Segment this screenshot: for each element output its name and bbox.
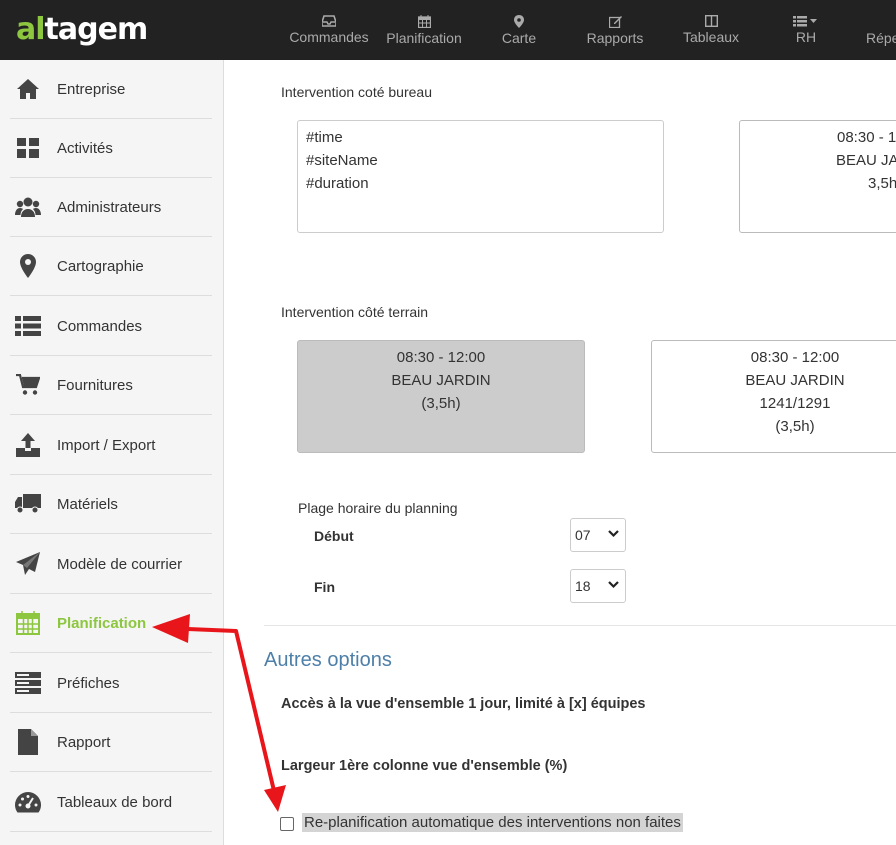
select-value: 07 — [575, 527, 591, 543]
chevron-down-icon — [608, 581, 619, 589]
cart-icon — [15, 372, 41, 398]
sidebar-item-label: Planification — [57, 614, 147, 632]
sidebar-item-commandes[interactable]: Commandes — [10, 297, 212, 356]
sidebar-item-label: Rapport — [57, 733, 111, 751]
sidebar-item-label: Fournitures — [57, 376, 133, 394]
field-intervention-label: Intervention côté terrain — [281, 304, 429, 320]
nav-repertoire[interactable]: Réper — [852, 15, 896, 46]
sidebar-item-label: Import / Export — [57, 436, 156, 454]
preview-line: 3,5h — [868, 175, 896, 192]
sidebar-item-entreprise[interactable]: Entreprise — [10, 60, 212, 119]
sidebar-item-prefiches[interactable]: Préfiches — [10, 654, 212, 713]
nav-label: RH — [795, 29, 817, 45]
field-preview-card-grey[interactable]: 08:30 - 12:00 BEAU JARDIN (3,5h) — [297, 340, 585, 453]
sidebar-item-materiels[interactable]: Matériels — [10, 475, 212, 534]
nav-rapports[interactable]: Rapports — [567, 15, 663, 46]
sidebar-item-label: Cartographie — [57, 257, 144, 275]
template-line: #siteName — [306, 152, 378, 169]
sidebar-item-label: Activités — [57, 139, 113, 157]
columns-icon — [704, 15, 718, 27]
nav-label: Rapports — [586, 30, 644, 46]
dashboard-icon — [15, 789, 41, 815]
list-icon — [15, 313, 41, 339]
preview-line: 1241/1291 — [759, 395, 831, 412]
nav-label: Tableaux — [682, 29, 740, 45]
inbox-icon — [322, 15, 336, 27]
nav-label: Carte — [501, 30, 537, 46]
nav-label: Réper — [866, 30, 896, 46]
first-column-width-label: Largeur 1ère colonne vue d'ensemble (%) — [281, 758, 568, 774]
nav-label: Commandes — [289, 29, 369, 45]
office-preview-card: 08:30 - 1 BEAU JARD 3,5h — [739, 120, 896, 233]
server-icon — [15, 670, 41, 696]
sidebar-item-modele-de-courrier[interactable]: Modèle de courrier — [10, 535, 212, 594]
altagem-logo[interactable]: altagem — [16, 12, 148, 47]
preview-line: (3,5h) — [775, 418, 815, 435]
preview-line: (3,5h) — [421, 395, 461, 412]
nav-carte[interactable]: Carte — [471, 15, 567, 46]
sidebar-item-label: Administrateurs — [57, 198, 162, 216]
truck-icon — [15, 491, 41, 517]
sidebar-item-label: Matériels — [57, 495, 118, 513]
sidebar-item-import-export[interactable]: Import / Export — [10, 416, 212, 475]
edit-icon — [608, 16, 622, 28]
preview-line: BEAU JARDIN — [745, 372, 845, 389]
grid-icon — [15, 135, 41, 161]
chevron-down-icon — [608, 530, 619, 538]
office-template-textarea[interactable]: #time #siteName #duration — [297, 120, 664, 233]
preview-line: 08:30 - 12:00 — [750, 349, 840, 366]
preview-line: BEAU JARD — [836, 152, 896, 169]
start-label: Début — [314, 528, 354, 544]
paper-plane-icon — [15, 551, 41, 577]
map-marker-icon — [15, 253, 41, 279]
settings-sidebar: Entreprise Activités Administrateurs Car… — [0, 60, 224, 845]
sidebar-item-label: Modèle de courrier — [57, 555, 183, 573]
sidebar-item-rapport[interactable]: Rapport — [10, 713, 212, 772]
planning-range-label: Plage horaire du planning — [298, 500, 458, 516]
map-marker-icon — [514, 15, 524, 28]
office-intervention-label: Intervention coté bureau — [281, 84, 432, 100]
sidebar-item-label: Commandes — [57, 317, 143, 335]
end-hour-select[interactable]: 18 — [570, 569, 626, 603]
other-options-title: Autres options — [264, 649, 392, 671]
preview-line: BEAU JARDIN — [391, 372, 491, 389]
auto-replan-label[interactable]: Re-planification automatique des interve… — [302, 813, 683, 832]
sidebar-item-cartographie[interactable]: Cartographie — [10, 237, 212, 296]
sidebar-item-planification[interactable]: Planification — [10, 594, 212, 653]
calendar-icon — [417, 15, 431, 28]
planning-settings-panel: Intervention coté bureau #time #siteName… — [224, 60, 896, 845]
top-navbar: altagem Commandes Planification Carte Ra… — [0, 0, 896, 60]
nav-planification[interactable]: Planification — [376, 15, 472, 46]
upload-icon — [15, 432, 41, 458]
home-icon — [15, 76, 41, 102]
field-preview-card-white[interactable]: 08:30 - 12:00 BEAU JARDIN 1241/1291 (3,5… — [651, 340, 896, 453]
nav-label: Planification — [386, 30, 462, 46]
preview-line: 08:30 - 12:00 — [396, 349, 486, 366]
file-icon — [15, 729, 41, 755]
sidebar-item-label: Préfiches — [57, 674, 120, 692]
sidebar-item-administrateurs[interactable]: Administrateurs — [10, 178, 212, 237]
select-value: 18 — [575, 578, 591, 594]
nav-commandes[interactable]: Commandes — [281, 15, 377, 45]
preview-line: 08:30 - 1 — [837, 129, 896, 146]
list-dropdown-icon — [793, 16, 817, 27]
overview-access-label: Accès à la vue d'ensemble 1 jour, limité… — [281, 696, 646, 712]
sidebar-item-activites[interactable]: Activités — [10, 119, 212, 178]
calendar-icon — [15, 610, 41, 636]
users-icon — [15, 194, 41, 220]
start-hour-select[interactable]: 07 — [570, 518, 626, 552]
sidebar-item-label: Tableaux de bord — [57, 793, 173, 811]
sidebar-item-tableaux-de-bord[interactable]: Tableaux de bord — [10, 773, 212, 832]
sidebar-item-label: Entreprise — [57, 80, 126, 98]
section-divider — [264, 625, 896, 626]
nav-rh[interactable]: RH — [758, 15, 854, 45]
folder-icon — [852, 15, 896, 30]
sidebar-item-fournitures[interactable]: Fournitures — [10, 356, 212, 415]
nav-tableaux[interactable]: Tableaux — [663, 15, 759, 45]
end-label: Fin — [314, 579, 335, 595]
template-line: #duration — [306, 175, 369, 192]
auto-replan-checkbox[interactable] — [280, 817, 294, 831]
template-line: #time — [306, 129, 343, 146]
